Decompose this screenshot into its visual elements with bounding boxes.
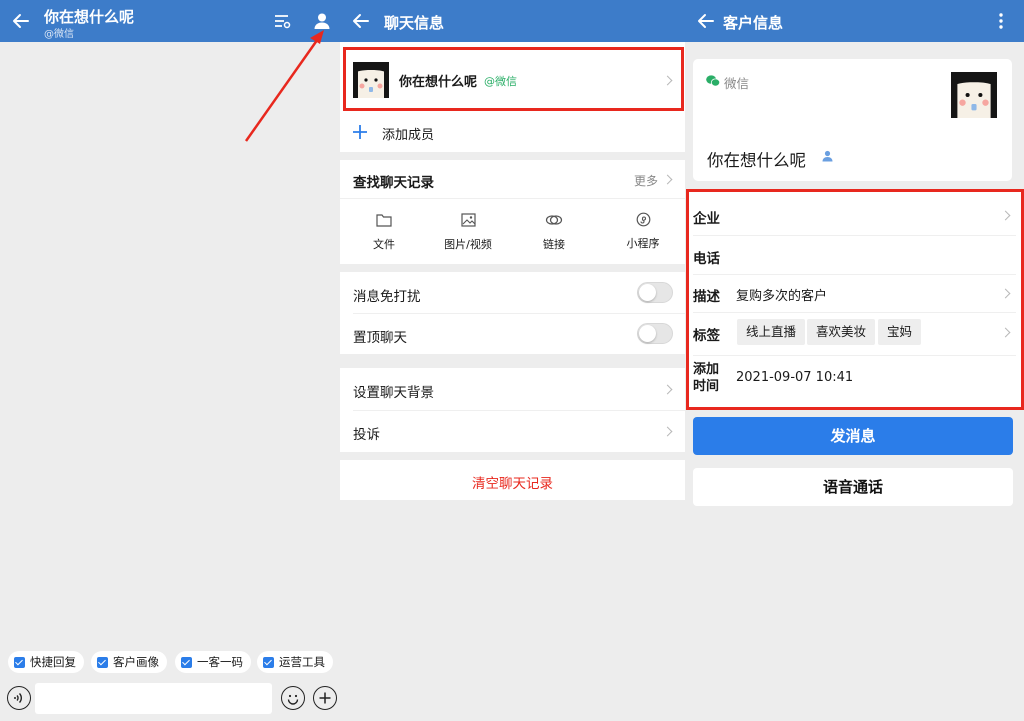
customer-name: 你在想什么呢 — [707, 151, 806, 170]
chevron-right-icon — [662, 384, 673, 395]
pin-label: 置顶聊天 — [353, 330, 407, 346]
mini-program-icon — [636, 212, 650, 227]
back-arrow-icon[interactable] — [10, 10, 32, 32]
customer-profile-label: 客户画像 — [113, 655, 159, 669]
emoji-button[interactable] — [281, 686, 305, 710]
category-media[interactable]: 图片/视频 — [437, 212, 499, 252]
annotation-arrow — [244, 30, 324, 142]
image-icon — [460, 213, 476, 227]
mute-label: 消息免打扰 — [353, 289, 421, 305]
category-files[interactable]: 文件 — [362, 212, 406, 252]
customer-profile-toggle[interactable]: 客户画像 — [91, 651, 167, 673]
category-files-label: 文件 — [373, 238, 395, 251]
category-mini-programs[interactable]: 小程序 — [618, 212, 668, 251]
customer-source: 微信 — [724, 76, 750, 91]
voice-call-button[interactable]: 语音通话 — [693, 468, 1013, 506]
send-message-button[interactable]: 发消息 — [693, 417, 1013, 455]
highlight-box-contact — [343, 47, 684, 111]
pin-toggle[interactable] — [637, 323, 673, 344]
one-customer-code-toggle[interactable]: 一客一码 — [175, 651, 251, 673]
quick-reply-label: 快捷回复 — [30, 655, 76, 669]
more-actions-button[interactable] — [313, 686, 337, 710]
complain-label: 投诉 — [353, 427, 380, 443]
chat-background-row[interactable]: 设置聊天背景 — [340, 368, 685, 410]
folder-icon — [376, 214, 392, 227]
message-input[interactable] — [35, 683, 272, 714]
chat-info-panel: 聊天信息 你在想什么呢 @微信 添加成员 查找聊天记录 更多 文件 图片/视频 … — [340, 0, 685, 721]
chat-info-title: 聊天信息 — [384, 14, 445, 32]
category-mini-programs-label: 小程序 — [626, 237, 660, 250]
more-vertical-icon[interactable] — [998, 12, 1004, 30]
category-links[interactable]: 链接 — [532, 212, 576, 252]
customer-profile-card: 微信 你在想什么呢 — [693, 59, 1012, 181]
category-links-label: 链接 — [543, 238, 565, 251]
back-arrow-icon[interactable] — [695, 10, 717, 32]
voice-wave-icon — [13, 692, 22, 703]
add-member-row[interactable]: 添加成员 — [340, 115, 685, 152]
search-history-label: 查找聊天记录 — [353, 175, 434, 191]
customer-avatar — [951, 72, 997, 118]
customer-info-title: 客户信息 — [723, 14, 784, 32]
screen: 你在想什么呢 @微信 快捷回复 客户画像 一客一码 运营工具 聊天信息 你在想什… — [0, 0, 1024, 721]
chat-info-header: 聊天信息 — [340, 0, 685, 42]
search-history-row[interactable]: 查找聊天记录 更多 — [340, 160, 685, 198]
toggles-card: 消息免打扰 置顶聊天 — [340, 272, 685, 354]
chevron-right-icon — [662, 426, 673, 437]
customer-info-header: 客户信息 — [685, 0, 1024, 42]
smile-icon — [287, 694, 298, 705]
customer-info-panel: 客户信息 微信 你在想什么呢 企业 电话 描述 复购多次的客户 标签 添加 时间… — [685, 0, 1024, 721]
clear-history-label: 清空聊天记录 — [472, 476, 553, 492]
divider — [340, 198, 685, 199]
checkbox-icon — [97, 656, 108, 668]
plus-icon — [319, 692, 330, 703]
clear-history-row[interactable]: 清空聊天记录 — [340, 460, 685, 500]
back-arrow-icon[interactable] — [350, 10, 372, 32]
voice-input-button[interactable] — [7, 686, 31, 710]
operations-tools-toggle[interactable]: 运营工具 — [257, 651, 333, 673]
wechat-icon — [706, 75, 720, 87]
checkbox-icon — [14, 656, 25, 668]
chevron-right-icon — [662, 174, 673, 185]
more-link[interactable]: 更多 — [634, 172, 658, 189]
plus-icon — [353, 125, 367, 139]
chat-title: 你在想什么呢 — [44, 8, 135, 26]
chat-background-label: 设置聊天背景 — [353, 385, 434, 401]
search-history-card: 查找聊天记录 更多 文件 图片/视频 链接 小程序 — [340, 160, 685, 264]
add-member-label: 添加成员 — [382, 128, 435, 143]
divider — [353, 313, 685, 314]
quick-reply-toggle[interactable]: 快捷回复 — [8, 651, 84, 673]
mute-toggle[interactable] — [637, 282, 673, 303]
chat-subtitle: @微信 — [44, 29, 74, 40]
one-customer-code-label: 一客一码 — [197, 655, 243, 669]
checkbox-icon — [181, 656, 192, 668]
operations-tools-label: 运营工具 — [279, 655, 325, 669]
chat-panel: 你在想什么呢 @微信 快捷回复 客户画像 一客一码 运营工具 — [0, 0, 340, 721]
complain-row[interactable]: 投诉 — [340, 411, 685, 452]
category-media-label: 图片/视频 — [444, 238, 492, 251]
link-icon — [545, 215, 563, 225]
settings-card: 设置聊天背景 投诉 — [340, 368, 685, 452]
person-icon — [822, 150, 833, 162]
highlight-box-details — [686, 189, 1024, 410]
checkbox-icon — [263, 656, 274, 668]
